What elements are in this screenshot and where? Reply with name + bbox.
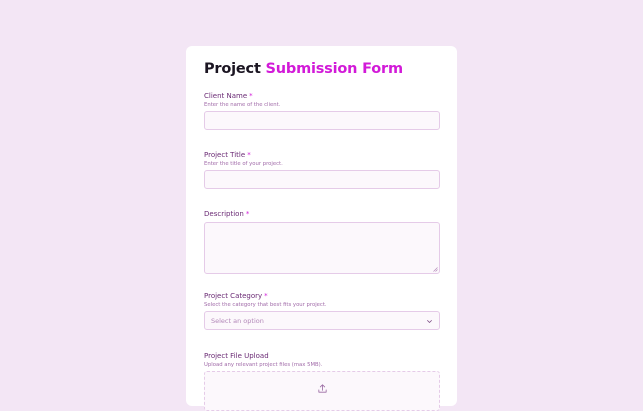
project-category-label: Project Category *	[204, 292, 440, 301]
form-title-accent: Submission Form	[265, 61, 404, 77]
project-category-label-text: Project Category	[204, 292, 263, 300]
project-title-field: Project Title * Enter the title of your p…	[204, 151, 440, 189]
project-title-input[interactable]	[204, 170, 440, 189]
description-field: Description *	[204, 210, 440, 274]
project-title-help: Enter the title of your project.	[204, 161, 283, 167]
form-title-primary: Project	[204, 61, 261, 77]
form-title: Project Submission Form	[204, 61, 403, 77]
project-category-select[interactable]: Select an option	[204, 311, 440, 330]
file-upload-label: Project File Upload	[204, 352, 269, 360]
project-category-selected: Select an option	[211, 316, 264, 325]
file-upload-help: Upload any relevant project files (max 5…	[204, 362, 323, 368]
client-name-input[interactable]	[204, 111, 440, 130]
upload-icon	[318, 384, 327, 393]
form-card: Project Submission Form Client Name * Ent…	[186, 46, 457, 411]
project-category-help: Select the category that best fits your …	[204, 302, 327, 308]
description-label-text: Description	[204, 210, 244, 218]
project-category-field: Project Category * Select the category th…	[204, 292, 440, 330]
client-name-label-text: Client Name	[204, 92, 248, 100]
resize-grip-icon[interactable]	[433, 267, 438, 272]
client-name-label: Client Name *	[204, 92, 440, 101]
client-name-field: Client Name * Enter the name of the clien…	[204, 92, 440, 130]
required-marker: *	[245, 210, 250, 218]
required-marker: *	[249, 92, 253, 100]
file-upload-dropzone[interactable]	[204, 371, 440, 411]
required-marker: *	[247, 151, 251, 159]
client-name-help: Enter the name of the client.	[204, 102, 281, 108]
required-marker: *	[264, 292, 268, 300]
project-title-label: Project Title *	[204, 151, 440, 160]
file-upload-field: Project File Upload Upload any relevant …	[204, 352, 440, 411]
chevron-down-icon	[427, 320, 432, 323]
description-textarea[interactable]	[204, 222, 440, 274]
project-title-label-text: Project Title	[204, 151, 246, 159]
description-label: Description *	[204, 210, 440, 219]
